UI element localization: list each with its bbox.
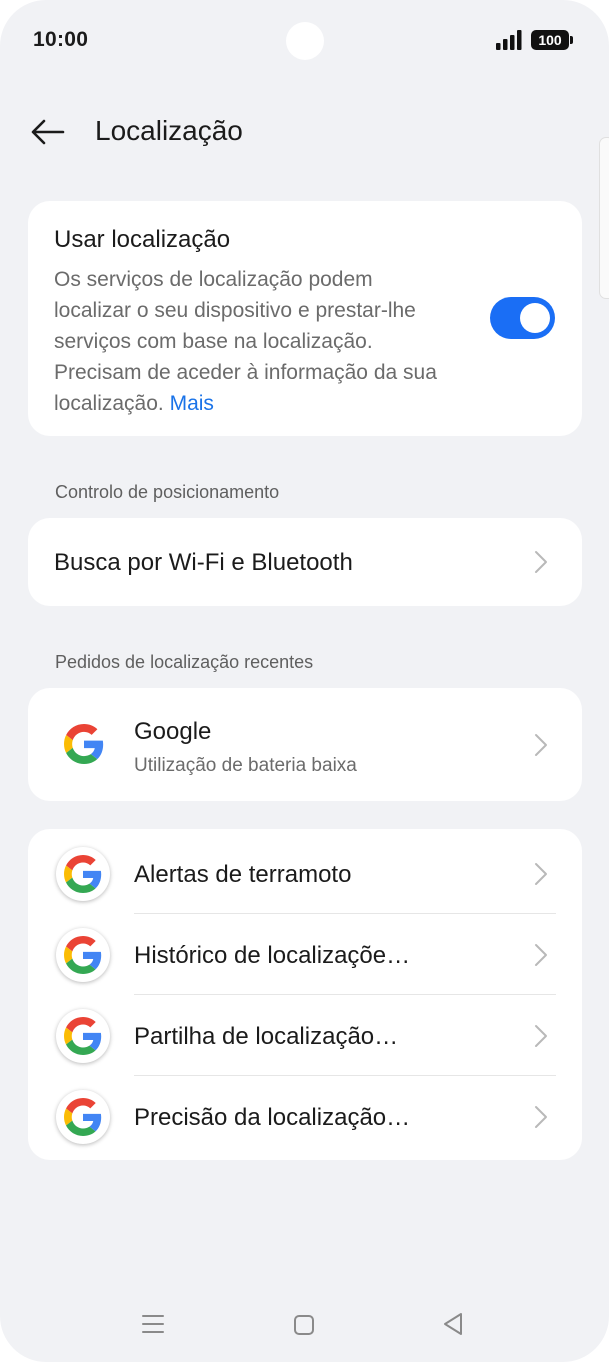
google-logo-badge	[56, 1090, 110, 1144]
scrollbar[interactable]	[599, 137, 609, 299]
google-app-name: Google	[134, 718, 212, 745]
chevron-right-icon	[535, 734, 547, 756]
use-location-title: Usar localização	[54, 226, 231, 253]
camera-cutout	[286, 22, 324, 60]
service-label: Partilha de localização…	[134, 1023, 399, 1050]
toggle-knob	[520, 303, 550, 333]
page-title: Localização	[95, 115, 243, 146]
back-triangle-icon[interactable]	[441, 1311, 465, 1337]
service-label: Alertas de terramoto	[134, 861, 352, 888]
use-location-card[interactable]: Usar localização Os serviços de localiza…	[28, 201, 582, 436]
service-row-location-history[interactable]: Histórico de localizaçõe…	[28, 914, 582, 995]
section-label-positioning: Controlo de posicionamento	[55, 482, 280, 502]
service-label: Histórico de localizaçõe…	[134, 942, 411, 969]
wifi-bluetooth-scan-row[interactable]: Busca por Wi-Fi e Bluetooth	[28, 518, 582, 606]
google-logo-badge	[56, 847, 110, 901]
navigation-bar	[0, 1295, 609, 1355]
menu-icon[interactable]	[141, 1313, 165, 1335]
status-time: 10:00	[33, 28, 89, 51]
signal-icon	[496, 30, 522, 50]
google-logo-icon	[64, 936, 102, 974]
chevron-right-icon	[535, 1106, 547, 1128]
use-location-description: Os serviços de localização podem localiz…	[54, 264, 454, 419]
section-label-recent: Pedidos de localização recentes	[55, 652, 314, 672]
service-label: Precisão da localização…	[134, 1104, 411, 1131]
google-logo-badge	[56, 1009, 110, 1063]
service-row-earthquake-alerts[interactable]: Alertas de terramoto	[28, 833, 582, 914]
more-link[interactable]: Mais	[170, 392, 214, 415]
google-logo-icon	[64, 1017, 102, 1055]
wifi-bluetooth-scan-label: Busca por Wi-Fi e Bluetooth	[54, 549, 353, 576]
google-logo-badge	[56, 928, 110, 982]
chevron-right-icon	[535, 944, 547, 966]
recent-request-google[interactable]: Google Utilização de bateria baixa	[28, 688, 582, 801]
google-logo-icon	[64, 855, 102, 893]
status-bar: 10:00 100	[0, 0, 609, 80]
google-location-services-card: Alertas de terramoto Histórico de locali…	[28, 829, 582, 1160]
use-location-toggle[interactable]	[490, 297, 555, 339]
chevron-right-icon	[535, 863, 547, 885]
service-row-location-sharing[interactable]: Partilha de localização…	[28, 995, 582, 1076]
description-text: Os serviços de localização podem localiz…	[54, 268, 437, 415]
arrow-left-icon	[31, 119, 65, 145]
chevron-right-icon	[535, 551, 547, 573]
back-button[interactable]	[24, 108, 72, 156]
google-battery-usage: Utilização de bateria baixa	[134, 755, 357, 776]
phone-screen: 10:00 100 Localização Usar localização O…	[0, 0, 609, 1362]
google-logo-icon	[64, 1098, 102, 1136]
battery-icon: 100	[531, 30, 573, 50]
google-logo-icon	[64, 724, 104, 764]
service-row-location-accuracy[interactable]: Precisão da localização…	[28, 1076, 582, 1157]
home-icon[interactable]	[292, 1313, 316, 1337]
chevron-right-icon	[535, 1025, 547, 1047]
app-header: Localização	[0, 100, 609, 164]
